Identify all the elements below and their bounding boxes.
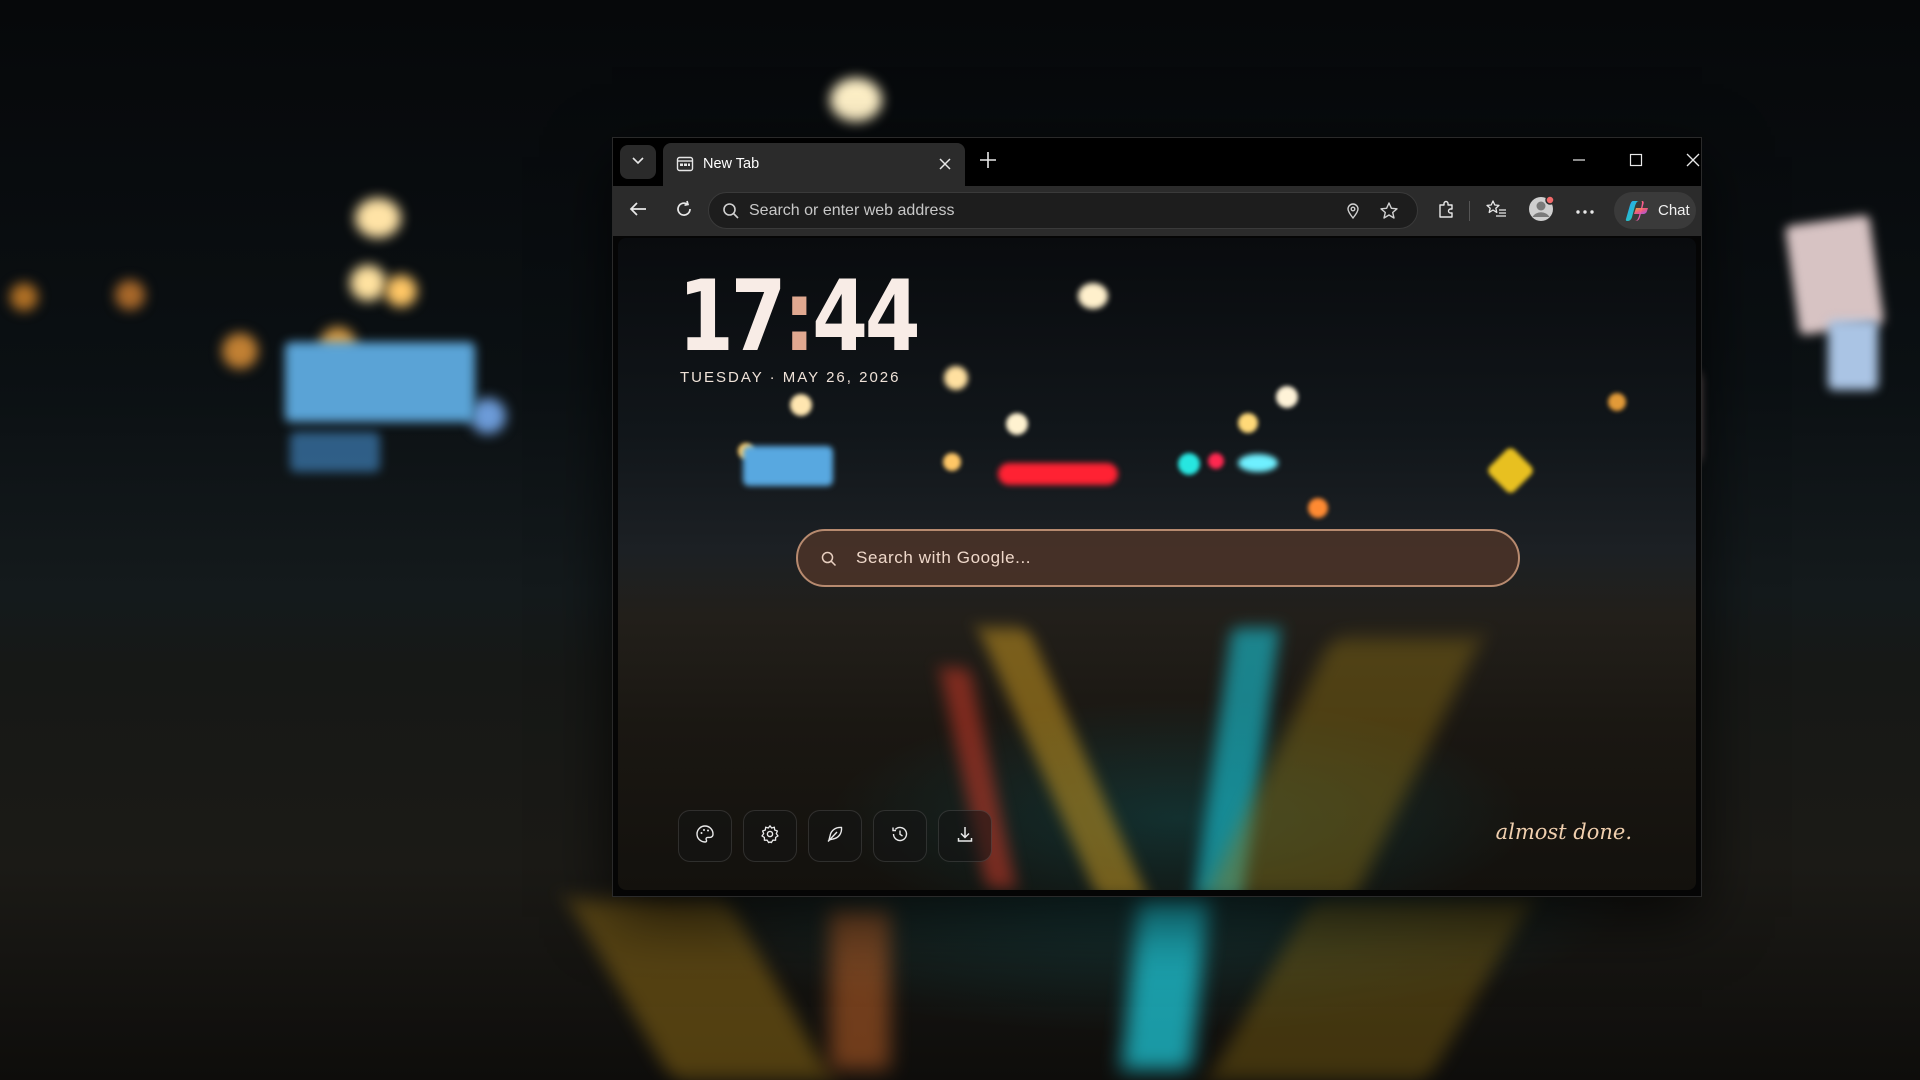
wallpaper-sign [1828,320,1878,390]
close-icon [1686,153,1700,172]
back-button[interactable] [623,196,653,226]
more-options-button[interactable] [1570,196,1600,226]
wallpaper-reflection [1121,900,1209,1070]
refresh-icon [674,199,694,224]
close-icon[interactable] [935,154,955,174]
title-bar: New Tab [613,138,1701,186]
history-button[interactable] [873,810,927,862]
history-icon [890,824,910,849]
clock: 17:44 [678,268,921,366]
browser-toolbar: Search or enter web address Chat [613,186,1701,236]
profile-button[interactable] [1526,194,1556,228]
maximize-button[interactable] [1616,147,1656,177]
download-icon [955,824,975,849]
wallpaper-light [470,398,506,434]
background-light [1308,498,1328,518]
plus-icon [978,150,998,175]
puzzle-icon [1436,199,1456,224]
new-tab-page: 17:44 TUESDAY · MAY 26, 2026 Search with… [618,238,1696,890]
search-placeholder: Search with Google... [856,548,1032,567]
location-pin-icon[interactable] [1344,202,1362,225]
search-icon [722,202,740,225]
refresh-button[interactable] [669,196,699,226]
clock-separator: : [783,260,815,374]
background-light [943,453,961,471]
google-search-input[interactable]: Search with Google... [796,529,1520,587]
tab-actions-button[interactable] [620,145,656,179]
background-light [1608,393,1626,411]
background-light [1238,454,1278,472]
background-sign [1485,445,1536,496]
wallpaper-light [350,265,386,301]
favorites-button[interactable] [1481,196,1511,226]
wallpaper-light [115,280,145,310]
gear-icon [760,824,780,849]
avatar [1527,194,1555,228]
background-light [1178,453,1200,475]
wallpaper-billboard [290,432,380,472]
address-bar[interactable]: Search or enter web address [708,192,1418,229]
search-icon [820,550,838,568]
background-light [944,366,968,390]
address-placeholder: Search or enter web address [749,202,955,219]
notes-button[interactable] [808,810,862,862]
wallpaper-billboard [285,342,475,422]
more-dots-icon [1575,202,1595,220]
background-light [998,463,1118,485]
background-billboard [743,446,833,486]
star-icon[interactable] [1379,201,1399,226]
chat-label: Chat [1658,202,1690,219]
close-window-button[interactable] [1673,147,1701,177]
wallpaper-light [10,283,38,311]
wallpaper-light [355,198,401,238]
new-tab-page-icon [676,155,694,173]
clock-minutes: 44 [812,260,921,374]
background-light [1006,413,1028,435]
back-arrow-icon [628,199,648,224]
background-light [1238,413,1258,433]
palette-icon [695,824,715,849]
wallpaper-light [222,333,258,369]
tab-title: New Tab [703,156,760,172]
maximize-icon [1629,153,1643,172]
minimize-icon [1572,153,1586,172]
copilot-icon [1624,198,1650,229]
chevron-down-icon [630,152,646,173]
extensions-button[interactable] [1431,196,1461,226]
favorites-list-icon [1485,199,1507,224]
toolbar-divider [1469,201,1470,221]
minimize-button[interactable] [1559,147,1599,177]
feather-icon [825,824,845,849]
wallpaper-light [385,275,417,307]
wallpaper-reflection [830,910,890,1070]
wallpaper-reflection [1208,900,1532,1080]
wallpaper-sign [1784,214,1885,336]
copilot-chat-button[interactable]: Chat [1614,192,1696,229]
downloads-button[interactable] [938,810,992,862]
settings-button[interactable] [743,810,797,862]
signature-text: almost done. [1495,820,1632,844]
tab-new-tab[interactable]: New Tab [663,143,965,186]
wallpaper-light [830,78,882,122]
theme-button[interactable] [678,810,732,862]
background-light [1078,283,1108,309]
new-tab-button[interactable] [973,147,1003,177]
browser-window: New Tab Search or enter web address Chat… [612,137,1702,897]
background-light [790,394,812,416]
background-light [1208,453,1224,469]
clock-hours: 17 [678,260,787,374]
wallpaper-reflection [568,900,832,1080]
date-label: TUESDAY · MAY 26, 2026 [680,369,901,386]
background-light [1276,386,1298,408]
